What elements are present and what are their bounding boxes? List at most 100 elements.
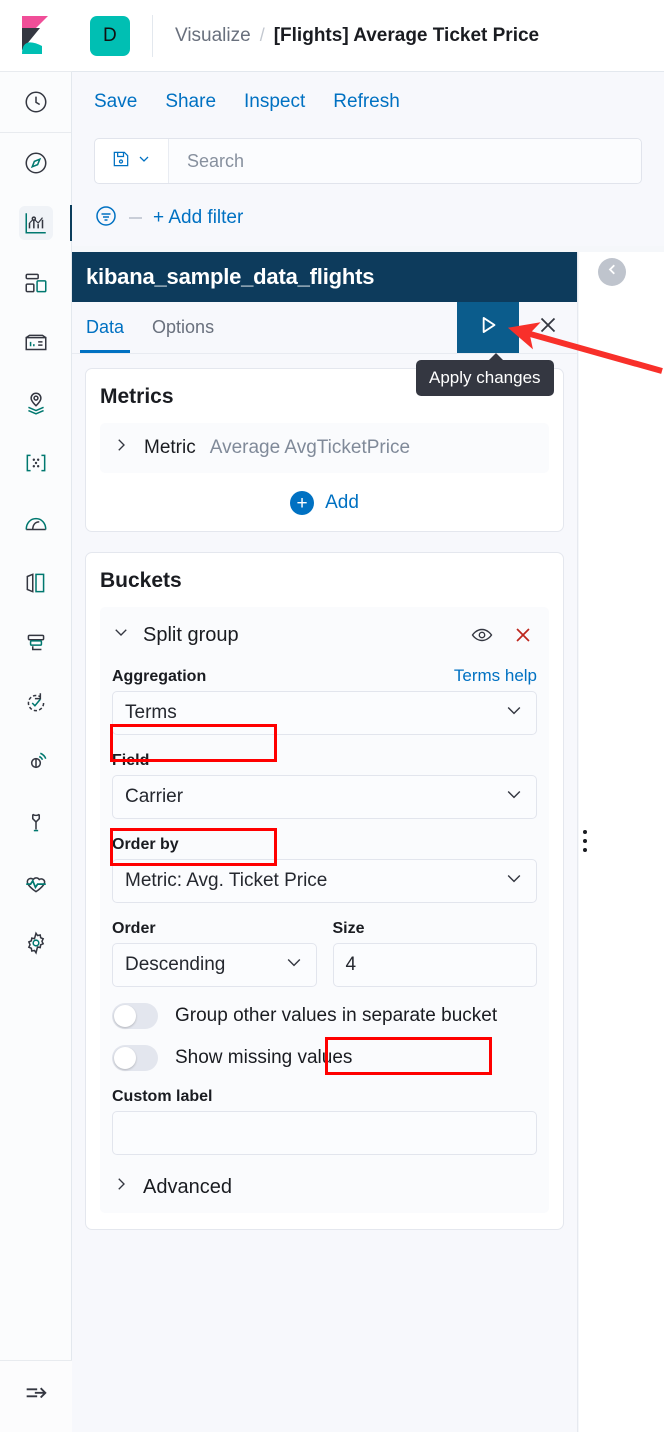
- order-label: Order: [112, 920, 156, 937]
- query-bar-wrapper: Search: [94, 138, 642, 184]
- bucket-header[interactable]: Split group: [112, 621, 537, 649]
- order-select[interactable]: Descending: [112, 943, 317, 987]
- close-x-icon: [516, 628, 530, 642]
- add-metric-label: Add: [325, 492, 359, 513]
- grip-dot: [583, 848, 587, 852]
- sidebar-item-apm[interactable]: [0, 613, 72, 673]
- add-filter-button[interactable]: + Add filter: [153, 207, 243, 229]
- order-column: Order Descending: [112, 903, 317, 987]
- nav-collapse-toggle[interactable]: [0, 1360, 72, 1432]
- index-pattern-title: kibana_sample_data_flights: [72, 252, 577, 302]
- inspect-button[interactable]: Inspect: [244, 91, 305, 113]
- custom-label-label: Custom label: [112, 1088, 213, 1105]
- sidebar-item-management[interactable]: [0, 913, 72, 973]
- advanced-accordion[interactable]: Advanced: [112, 1175, 537, 1199]
- field-select[interactable]: Carrier: [112, 775, 537, 819]
- sidebar-item-machine-learning[interactable]: [0, 433, 72, 493]
- dashboard-icon: [19, 266, 53, 300]
- order-by-value: Metric: Avg. Ticket Price: [125, 870, 328, 891]
- aggregation-select[interactable]: Terms: [112, 691, 537, 735]
- chevron-down-icon: [112, 623, 130, 647]
- size-label: Size: [332, 920, 365, 937]
- infrastructure-icon: [19, 506, 53, 540]
- tab-options-label: Options: [152, 317, 215, 337]
- sidebar-item-maps[interactable]: [0, 373, 72, 433]
- close-editor-button[interactable]: [519, 302, 577, 353]
- search-input[interactable]: Search: [169, 139, 641, 183]
- aggregation-label: Aggregation: [112, 668, 207, 685]
- breadcrumb-visualize[interactable]: Visualize: [175, 25, 251, 47]
- chevron-down-icon: [504, 784, 524, 810]
- sidebar-item-siem[interactable]: [0, 733, 72, 793]
- ml-nodes-icon: [19, 446, 53, 480]
- metric-row[interactable]: Metric Average AvgTicketPrice: [100, 423, 549, 473]
- kibana-logo[interactable]: [0, 0, 72, 72]
- sidebar-item-monitoring[interactable]: [0, 853, 72, 913]
- save-button[interactable]: Save: [94, 91, 137, 113]
- tab-options[interactable]: Options: [138, 302, 228, 353]
- tab-data-label: Data: [86, 317, 125, 337]
- show-missing-values-label: Show missing values: [175, 1047, 353, 1068]
- sidebar-item-canvas[interactable]: [0, 313, 72, 373]
- chevron-down-icon: [504, 868, 524, 894]
- breadcrumb-current: [Flights] Average Ticket Price: [273, 24, 540, 46]
- sidebar-item-dev-tools[interactable]: [0, 793, 72, 853]
- filter-icon[interactable]: [94, 204, 118, 233]
- sidebar-item-recently-viewed[interactable]: [0, 72, 72, 132]
- chevron-down-icon: [136, 151, 152, 172]
- canvas-icon: [19, 326, 53, 360]
- toggle-knob: [114, 1005, 136, 1027]
- apply-changes-button[interactable]: [457, 302, 519, 353]
- chevron-right-icon: [112, 436, 130, 460]
- visualization-canvas: [579, 252, 664, 1432]
- grip-dot: [583, 830, 587, 834]
- show-missing-values-toggle-row: Show missing values: [112, 1045, 537, 1071]
- sidebar-item-dashboard[interactable]: [0, 253, 72, 313]
- siem-icon: [19, 746, 53, 780]
- show-missing-values-toggle[interactable]: [112, 1045, 158, 1071]
- menu-expand-icon: [22, 1380, 50, 1413]
- space-avatar[interactable]: D: [90, 15, 130, 56]
- size-input[interactable]: 4: [332, 943, 537, 987]
- group-other-values-toggle[interactable]: [112, 1003, 158, 1029]
- terms-help-link[interactable]: Terms help: [454, 666, 537, 686]
- buckets-card: Buckets Split group Aggregation Terms he…: [85, 552, 564, 1230]
- sidebar-item-uptime[interactable]: [0, 673, 72, 733]
- share-button[interactable]: Share: [165, 91, 216, 113]
- eye-icon[interactable]: [468, 621, 496, 649]
- heartbeat-icon: [19, 866, 53, 900]
- tab-spacer: [228, 302, 457, 353]
- kibana-app: D Visualize / [Flights] Average Ticket P…: [0, 0, 664, 1432]
- order-size-row: Order Descending Size 4: [112, 903, 537, 987]
- order-value: Descending: [125, 954, 226, 975]
- field-value: Carrier: [125, 786, 184, 807]
- apm-icon: [19, 626, 53, 660]
- sidebar-item-visualize[interactable]: [0, 193, 73, 253]
- chart-icon: [18, 206, 53, 240]
- sidebar-item-logs[interactable]: [0, 553, 72, 613]
- buckets-title: Buckets: [100, 569, 182, 592]
- visualization-editor-panel: kibana_sample_data_flights Data Options: [72, 252, 578, 1432]
- saved-query-button[interactable]: [95, 139, 169, 183]
- editor-resize-handle[interactable]: [583, 830, 587, 852]
- uptime-check-icon: [19, 686, 53, 720]
- primary-navigation-rail: [0, 0, 73, 1432]
- breadcrumb: Visualize / [Flights] Average Ticket Pri…: [175, 25, 539, 47]
- group-other-values-label: Group other values in separate bucket: [175, 1005, 498, 1026]
- remove-bucket-button[interactable]: [509, 621, 537, 649]
- tab-data[interactable]: Data: [72, 302, 138, 353]
- custom-label-input[interactable]: [112, 1111, 537, 1155]
- aggregation-label-row: Aggregation Terms help: [112, 666, 537, 686]
- add-metric-button[interactable]: + Add: [100, 473, 549, 515]
- refresh-button[interactable]: Refresh: [333, 91, 400, 113]
- order-by-select[interactable]: Metric: Avg. Ticket Price: [112, 859, 537, 903]
- sidebar-item-infrastructure[interactable]: [0, 493, 72, 553]
- gear-icon: [19, 926, 53, 960]
- top-header: D Visualize / [Flights] Average Ticket P…: [72, 0, 664, 72]
- collapse-editor-button[interactable]: [598, 258, 626, 286]
- bucket-split-group: Split group Aggregation Terms help Terms…: [100, 607, 549, 1213]
- group-other-values-toggle-row: Group other values in separate bucket: [112, 1003, 537, 1029]
- grip-dot: [583, 839, 587, 843]
- sidebar-item-discover[interactable]: [0, 133, 72, 193]
- compass-icon: [19, 146, 53, 180]
